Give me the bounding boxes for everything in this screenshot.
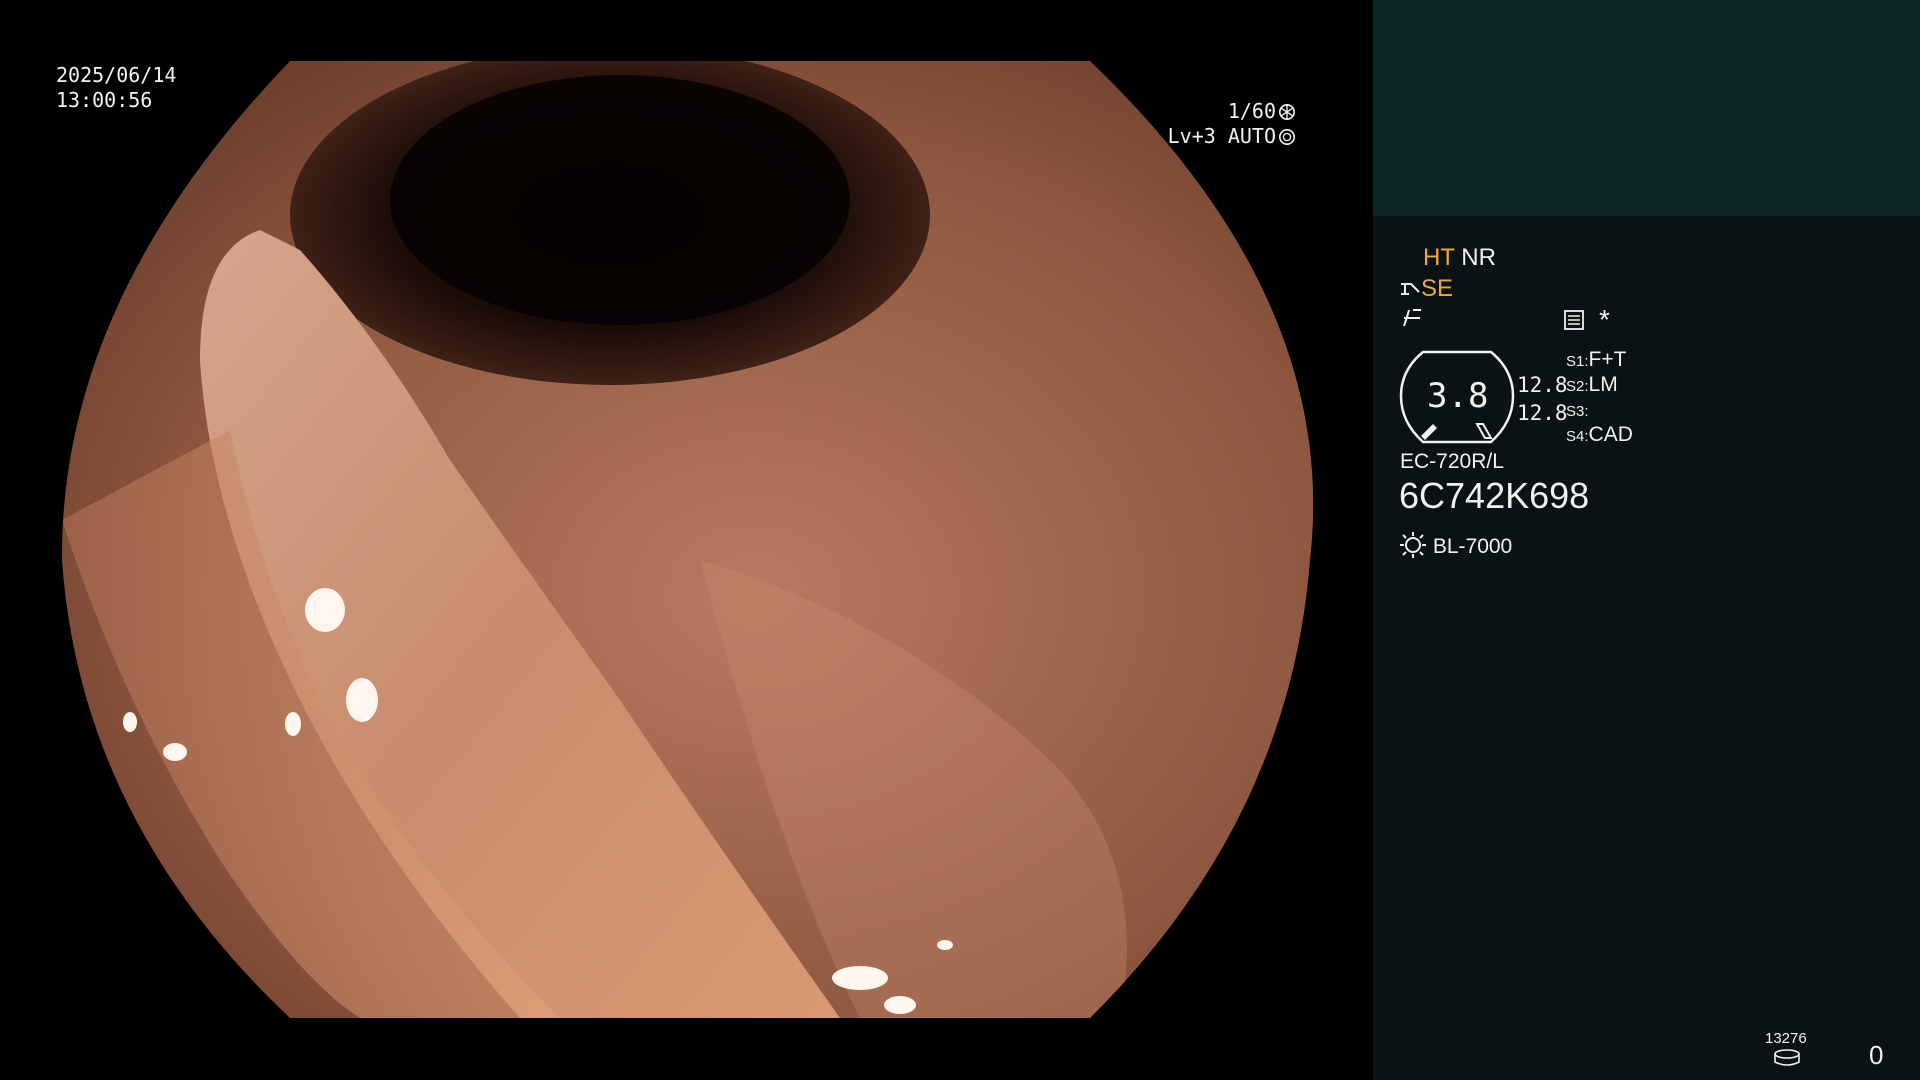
panel-header-area xyxy=(1373,0,1920,216)
scope-icon xyxy=(1401,283,1420,295)
light-source-model: BL-7000 xyxy=(1432,535,1513,558)
scope-serial: 6C742K698 xyxy=(1399,475,1590,516)
structure-mode: SE xyxy=(1421,275,1454,302)
switch-value: LM xyxy=(1588,373,1618,396)
endoscope-viewport: 2025/06/14 13:00:56 1/60 Lv+3 AUTO xyxy=(0,0,1373,1080)
exposure-settings: 1/60 Lv+3 AUTO xyxy=(1168,99,1296,149)
datetime-display: 2025/06/14 13:00:56 xyxy=(56,63,176,113)
scale-values: 12.8 12.8 xyxy=(1517,371,1568,427)
endoscopic-image xyxy=(61,61,1314,1018)
structure-row: SE xyxy=(1399,275,1453,303)
star-marker: * xyxy=(1599,304,1610,335)
date-label: 2025/06/14 xyxy=(56,63,177,87)
menu-icon xyxy=(1564,310,1584,330)
mode-secondary: NR xyxy=(1461,244,1496,271)
switch-row: S4:CAD xyxy=(1566,423,1633,446)
scale-bottom: 12.8 xyxy=(1517,401,1568,425)
switch-value: CAD xyxy=(1588,423,1633,446)
shutter-icon xyxy=(1278,103,1296,121)
iris-icon xyxy=(1278,128,1296,146)
switch-row: S2:LM xyxy=(1566,373,1618,396)
light-source-row: BL-7000 xyxy=(1399,531,1512,561)
switch-key: S3 xyxy=(1566,403,1585,420)
switch-value: F+T xyxy=(1588,348,1627,371)
switch-row: S1:F+T xyxy=(1566,348,1627,371)
contrast-icon xyxy=(1403,309,1421,327)
frame-counter: 0 xyxy=(1869,1040,1884,1070)
scope-model: EC-720R/L xyxy=(1400,450,1504,473)
switch-list: S1:F+T S2:LM S3: S4:CAD xyxy=(1566,348,1633,448)
switch-key: S4 xyxy=(1566,428,1585,445)
shutter-speed: 1/60 xyxy=(1227,99,1276,123)
status-panel: HT NR SE * 3.8 12.8 12.8 S1:F+T S2:LM S3… xyxy=(1373,0,1920,1080)
switch-key: S2 xyxy=(1566,378,1585,395)
switch-row: S3: xyxy=(1566,403,1589,420)
switch-key: S1 xyxy=(1566,353,1585,370)
light-source-icon xyxy=(1400,532,1426,558)
scale-top: 12.8 xyxy=(1517,373,1568,397)
storage-icon xyxy=(1774,1049,1800,1066)
mode-row: HT NR xyxy=(1423,244,1496,272)
time-label: 13:00:56 xyxy=(56,88,153,112)
level-mode: Lv+3 AUTO xyxy=(1167,124,1276,148)
storage-count: 13276 xyxy=(1765,1030,1807,1047)
mode-primary: HT xyxy=(1423,244,1455,271)
gauge-value: 3.8 xyxy=(1427,376,1489,416)
